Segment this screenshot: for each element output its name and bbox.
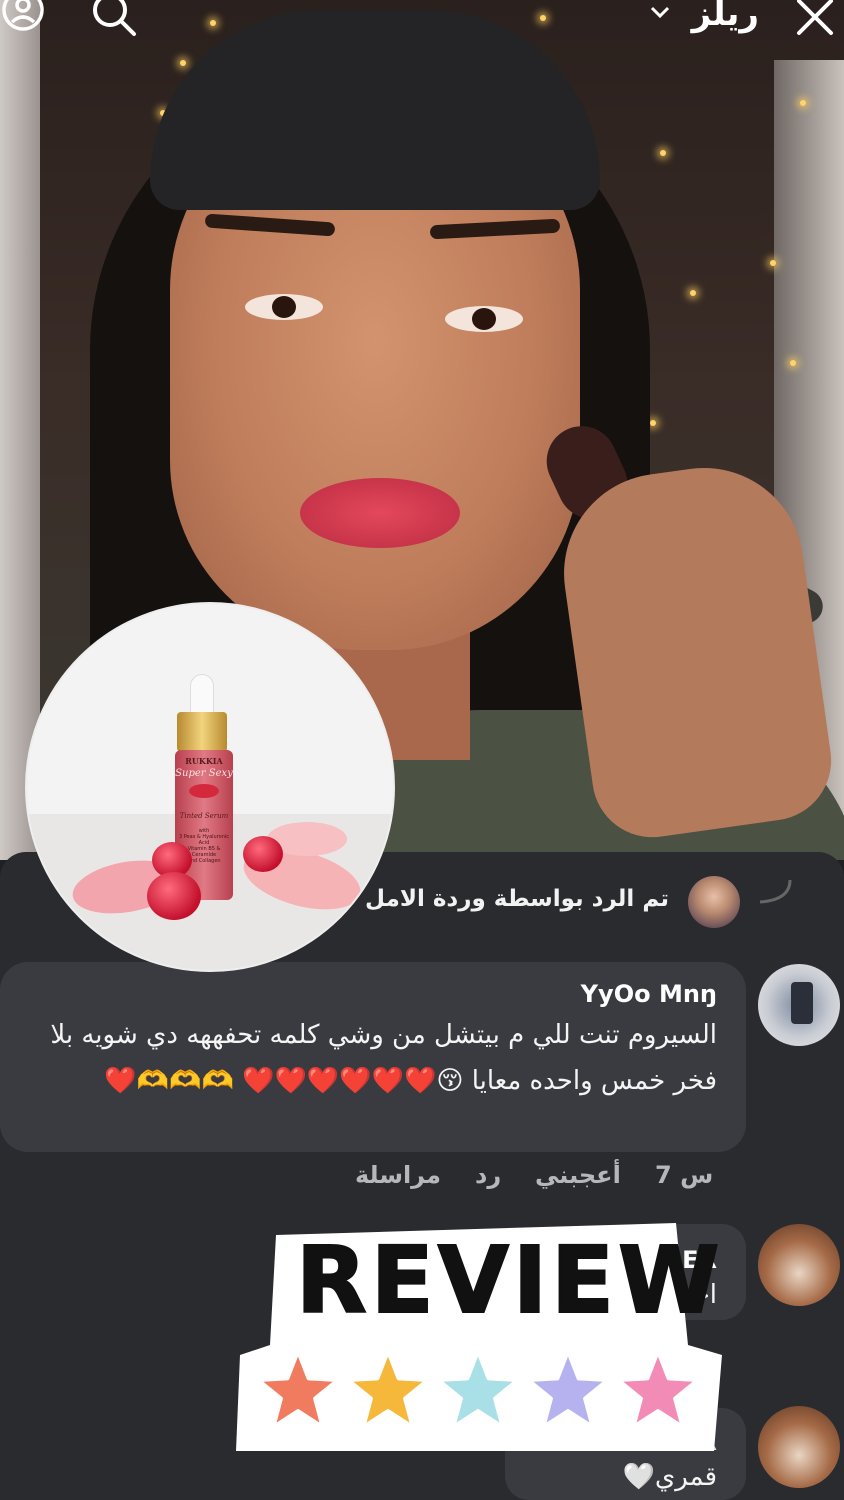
comment-avatar[interactable] bbox=[758, 1224, 840, 1306]
bottle-dropper bbox=[190, 674, 214, 716]
product-name: Super Sexy bbox=[175, 768, 233, 779]
comment-avatar[interactable] bbox=[758, 964, 840, 1046]
search-icon[interactable] bbox=[88, 0, 138, 40]
bottle-cap bbox=[177, 712, 227, 752]
chevron-down-icon[interactable] bbox=[648, 0, 672, 24]
lips bbox=[300, 478, 460, 548]
thread-connector-icon bbox=[759, 879, 792, 904]
top-bar: ريلز bbox=[0, 0, 844, 44]
product-image-overlay: RUKKIA Super Sexy Tinted Serum with 3 Pe… bbox=[25, 602, 395, 972]
reply-thread-label[interactable]: تم الرد بواسطة وردة الامل · bbox=[348, 886, 669, 912]
fairy-light bbox=[660, 150, 666, 156]
comment-time: 7 س bbox=[655, 1161, 714, 1189]
message-button[interactable]: مراسلة bbox=[355, 1161, 441, 1189]
eye bbox=[445, 306, 523, 332]
fairy-light bbox=[800, 100, 806, 106]
review-title: REVIEW bbox=[295, 1226, 724, 1335]
star-icon bbox=[526, 1349, 610, 1429]
product-ingredient: 3 Peas & Hyaluronic Acid bbox=[178, 834, 230, 846]
fairy-light bbox=[770, 260, 776, 266]
raspberry bbox=[147, 872, 201, 920]
product-brand: RUKKIA bbox=[185, 756, 223, 766]
like-button[interactable]: أعجبني bbox=[535, 1161, 621, 1189]
star-icon bbox=[436, 1349, 520, 1429]
page-title[interactable]: ريلز bbox=[692, 0, 759, 34]
fairy-light bbox=[180, 60, 186, 66]
fairy-light bbox=[790, 360, 796, 366]
avatar-phone-image bbox=[791, 982, 813, 1024]
profile-icon[interactable] bbox=[0, 0, 46, 38]
raspberry bbox=[243, 836, 283, 872]
close-icon[interactable] bbox=[792, 0, 838, 40]
comment-author[interactable]: YyOo Mnŋ bbox=[581, 980, 717, 1008]
comment-text: السيروم تنت للي م بيتشل من وشي كلمه تحفه… bbox=[50, 1020, 717, 1096]
lips-logo bbox=[189, 784, 219, 798]
rating-stars bbox=[256, 1349, 700, 1429]
eye bbox=[245, 294, 323, 320]
comment-text: قمري🤍 bbox=[622, 1462, 717, 1492]
review-sticker: REVIEW bbox=[236, 1215, 722, 1451]
star-icon bbox=[616, 1349, 700, 1429]
fairy-light bbox=[690, 290, 696, 296]
reply-button[interactable]: رد bbox=[475, 1161, 501, 1189]
reply-thread-text: تم الرد بواسطة وردة الامل bbox=[365, 886, 669, 912]
star-icon bbox=[256, 1349, 340, 1429]
star-icon bbox=[346, 1349, 430, 1429]
comment-avatar[interactable] bbox=[758, 1406, 840, 1488]
fairy-light bbox=[650, 420, 656, 426]
reply-avatar[interactable] bbox=[688, 876, 740, 928]
product-type: Tinted Serum bbox=[179, 812, 229, 820]
